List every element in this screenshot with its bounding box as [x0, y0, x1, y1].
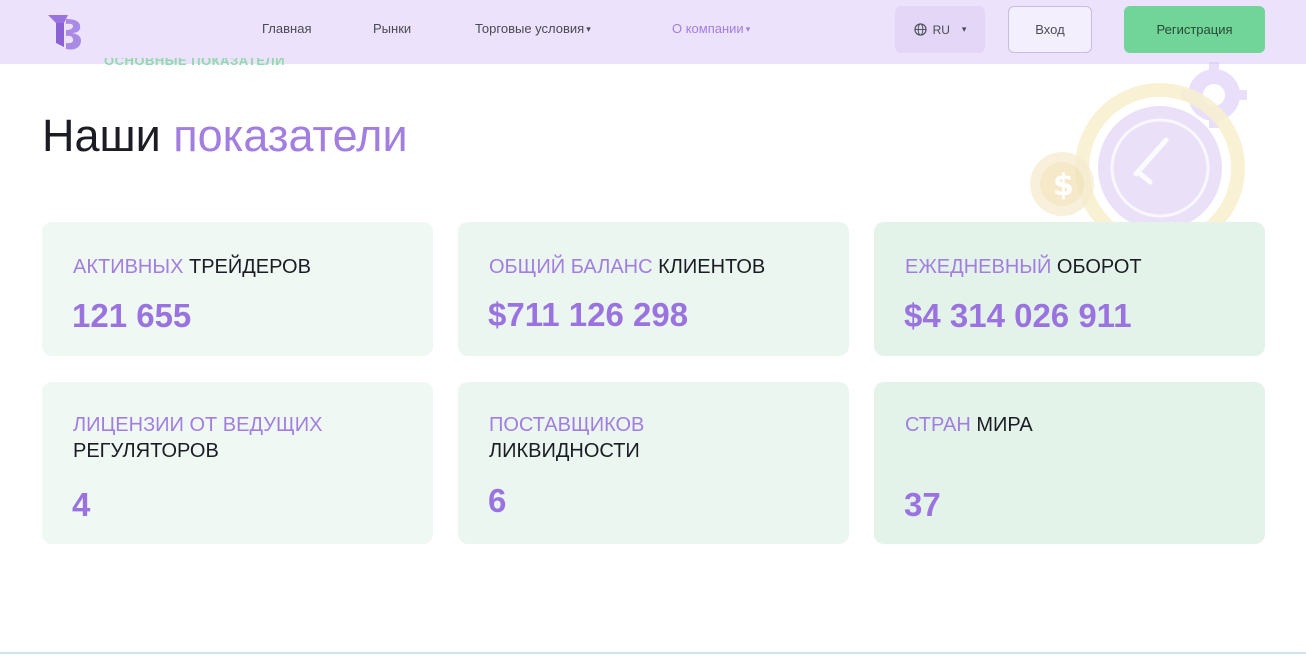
stat-card-liquidity-providers: ПОСТАВЩИКОВ ЛИКВИДНОСТИ 6 [458, 382, 849, 544]
section-eyebrow: ОСНОВНЫЕ ПОКАЗАТЕЛИ [104, 58, 286, 68]
stat-title-plain: МИРА [976, 414, 1033, 436]
globe-icon [913, 23, 927, 36]
stat-card-title: ЕЖЕДНЕВНЫЙ ОБОРОТ [905, 254, 1142, 280]
stat-card-title: СТРАН МИРА [905, 412, 1033, 438]
stat-title-accent: ЛИЦЕНЗИИ ОТ ВЕДУЩИХ [73, 414, 323, 436]
stat-value: $711 126 298 [488, 296, 689, 333]
stat-title-accent: СТРАН [905, 414, 971, 436]
stat-title-plain: ОБОРОТ [1056, 256, 1142, 278]
chevron-down-icon: ▾ [961, 24, 967, 34]
svg-text:$: $ [1053, 168, 1074, 203]
stat-title-plain: КЛИЕНТОВ [658, 256, 766, 278]
stat-title-plain: РЕГУЛЯТОРОВ [73, 440, 219, 462]
stat-value: 121 655 [72, 297, 192, 334]
language-code: RU [932, 22, 950, 37]
nav-home[interactable]: Главная [262, 21, 311, 36]
page-title-plain: Наши [42, 110, 161, 161]
chevron-down-icon: ▾ [586, 24, 591, 34]
nav-markets[interactable]: Рынки [373, 21, 411, 36]
chevron-down-icon: ▾ [745, 24, 751, 34]
brand-logo-icon[interactable] [44, 9, 88, 53]
register-label: Регистрация [1156, 22, 1233, 37]
stat-title-accent: ПОСТАВЩИКОВ [489, 414, 645, 436]
nav-about-company[interactable]: О компании ▾ [672, 21, 750, 36]
stat-title-accent: АКТИВНЫХ [73, 256, 184, 278]
stat-card-title: АКТИВНЫХ ТРЕЙДЕРОВ [73, 254, 311, 280]
stat-value: $4 314 026 911 [904, 297, 1132, 334]
nav-trading-conditions[interactable]: Торговые условия ▾ [475, 21, 591, 36]
stat-card-active-traders: АКТИВНЫХ ТРЕЙДЕРОВ 121 655 [42, 222, 433, 356]
stat-value: 37 [904, 486, 941, 523]
register-button[interactable]: Регистрация [1124, 6, 1265, 53]
stat-card-title: ПОСТАВЩИКОВ ЛИКВИДНОСТИ [489, 412, 644, 464]
top-header: Главная Рынки Торговые условия ▾ О компан… [0, 0, 1306, 64]
stat-value: 4 [72, 486, 91, 523]
stat-title-plain: ТРЕЙДЕРОВ [188, 256, 311, 278]
nav-home-label: Главная [262, 21, 312, 36]
login-button[interactable]: Вход [1008, 6, 1092, 53]
stat-card-title: ОБЩИЙ БАЛАНС КЛИЕНТОВ [489, 254, 765, 280]
stat-card-title: ЛИЦЕНЗИИ ОТ ВЕДУЩИХ РЕГУЛЯТОРОВ [73, 412, 322, 464]
stat-title-plain: ЛИКВИДНОСТИ [489, 440, 640, 462]
page-title: Наши показатели [42, 110, 408, 162]
stat-title-accent: ЕЖЕДНЕВНЫЙ [905, 256, 1052, 278]
stat-card-countries: СТРАН МИРА 37 [874, 382, 1265, 544]
nav-trading-conditions-label: Торговые условия [475, 21, 585, 36]
stat-card-daily-turnover: ЕЖЕДНЕВНЫЙ ОБОРОТ $4 314 026 911 [874, 222, 1265, 356]
stat-card-client-balance: ОБЩИЙ БАЛАНС КЛИЕНТОВ $711 126 298 [458, 222, 849, 356]
login-label: Вход [1035, 22, 1065, 37]
page-title-accent: показатели [173, 110, 408, 161]
stat-card-licenses: ЛИЦЕНЗИИ ОТ ВЕДУЩИХ РЕГУЛЯТОРОВ 4 [42, 382, 433, 544]
stat-title-accent: ОБЩИЙ БАЛАНС [489, 256, 653, 278]
stat-value: 6 [488, 482, 507, 519]
nav-markets-label: Рынки [373, 21, 412, 36]
section-divider [0, 652, 1306, 654]
language-selector[interactable]: RU ▾ [895, 6, 985, 53]
nav-about-company-label: О компании [672, 21, 744, 36]
dollar-coin-icon: $ [1030, 152, 1094, 216]
